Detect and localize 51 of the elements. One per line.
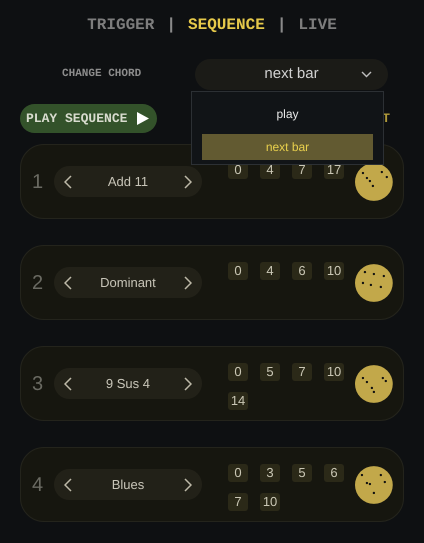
tab-separator: | (166, 15, 176, 36)
interval-chip: 10 (260, 493, 280, 511)
interval-chip: 6 (292, 262, 312, 280)
mode-tab[interactable]: SEQUENCE (188, 13, 265, 37)
mode-tab[interactable]: TRIGGER (87, 13, 154, 37)
chord-number: 3 (32, 372, 44, 396)
chord-dots-icon[interactable] (355, 264, 393, 302)
play-icon (135, 111, 150, 126)
change-chord-dropdown[interactable]: next bar (195, 58, 388, 90)
dropdown-option[interactable]: play (202, 101, 373, 127)
chord-name: Dominant (100, 274, 156, 292)
chevron-left-icon[interactable] (64, 276, 72, 290)
chord-selector[interactable]: Dominant (54, 267, 202, 298)
play-sequence-button[interactable]: PLAY SEQUENCE (20, 104, 157, 133)
dropdown-option[interactable]: next bar (202, 134, 373, 160)
interval-chip: 4 (260, 262, 280, 280)
chevron-left-icon[interactable] (64, 376, 72, 390)
interval-chip: 5 (292, 464, 312, 482)
chevron-left-icon[interactable] (64, 174, 72, 188)
interval-chip: 3 (260, 464, 280, 482)
chevron-right-icon[interactable] (184, 478, 192, 492)
chevron-left-icon[interactable] (64, 478, 72, 492)
interval-chip: 10 (324, 363, 344, 381)
interval-chip: 0 (228, 262, 248, 280)
chord-dots-icon[interactable] (355, 364, 393, 402)
interval-chip: 5 (260, 363, 280, 381)
chevron-right-icon[interactable] (184, 174, 192, 188)
mode-tab[interactable]: LIVE (298, 13, 337, 37)
interval-chip: 14 (228, 392, 248, 410)
chord-number: 2 (32, 270, 44, 296)
change-chord-label: CHANGE CHORD (62, 66, 142, 82)
chord-name: Add 11 (108, 172, 148, 191)
chevron-right-icon[interactable] (184, 376, 192, 390)
chord-number: 1 (32, 170, 44, 194)
chord-dots-icon[interactable] (355, 466, 393, 504)
interval-chip: 10 (324, 262, 344, 280)
chord-selector[interactable]: 9 Sus 4 (54, 368, 202, 399)
chord-name: 9 Sus 4 (106, 374, 150, 393)
interval-chip: 7 (292, 363, 312, 381)
tab-separator: | (276, 15, 286, 36)
interval-chip: 7 (228, 493, 248, 511)
chord-name: Blues (112, 476, 144, 494)
interval-chip: 0 (228, 363, 248, 381)
interval-chip: 6 (324, 464, 344, 482)
chord-selector[interactable]: Blues (54, 469, 202, 500)
chord-dots-icon[interactable] (355, 162, 393, 200)
chevron-right-icon[interactable] (184, 276, 192, 290)
chevron-down-icon (361, 70, 372, 78)
interval-chip: 0 (228, 464, 248, 482)
chord-number: 4 (32, 472, 44, 498)
chord-selector[interactable]: Add 11 (54, 166, 202, 197)
